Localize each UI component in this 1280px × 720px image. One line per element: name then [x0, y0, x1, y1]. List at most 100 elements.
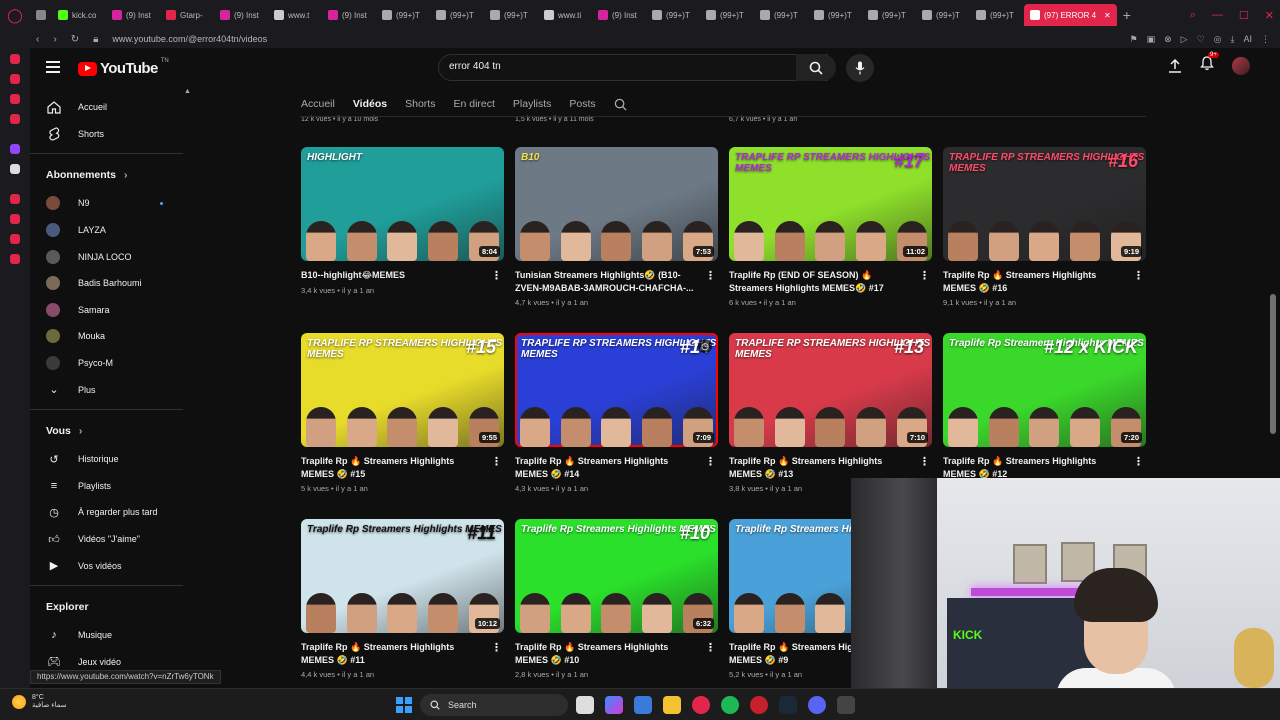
subscription-item[interactable]: Samara [30, 297, 183, 324]
sidebar-app-icon[interactable] [10, 114, 20, 124]
taskbar-app-icon[interactable] [837, 696, 855, 714]
scrollbar-thumb[interactable] [1270, 294, 1276, 434]
guide-item-more[interactable]: ⌄ Plus [30, 376, 183, 403]
video-title[interactable]: Traplife Rp 🔥 Streamers Highlights MEMES… [515, 455, 703, 480]
browser-tab[interactable]: (99+)T [376, 4, 430, 26]
task-view-icon[interactable] [576, 696, 594, 714]
sidebar-app-icon[interactable] [10, 94, 20, 104]
video-card[interactable]: Traplife Rp Streamers Highlights MEMES #1… [943, 333, 1146, 480]
browser-tab[interactable]: (99+)T [484, 4, 538, 26]
browser-tab[interactable]: www.ti [538, 4, 592, 26]
reload-icon[interactable]: ↻ [71, 34, 79, 45]
video-thumbnail[interactable]: Traplife Rp Streamers Highlights MEMES #1… [301, 519, 504, 633]
weather-widget[interactable]: 8°C سماء صافية [12, 694, 67, 709]
browser-tab[interactable]: (99+)T [646, 4, 700, 26]
search-box[interactable]: error 404 tn × [438, 54, 828, 81]
video-card[interactable]: B10 7:53 Tunisian Streamers Highlights🤣 (B… [515, 147, 718, 307]
video-menu-icon[interactable]: ⋮ [919, 269, 930, 282]
tab-playlists[interactable]: Playlists [513, 98, 552, 110]
profile-icon[interactable]: ◎ [1214, 34, 1222, 45]
video-card[interactable]: TRAPLIFE RP STREAMERS HIGHLIGHTS MEMES #1… [729, 333, 932, 493]
youtube-logo[interactable]: YouTube TN [78, 58, 169, 77]
video-thumbnail[interactable]: Traplife Rp Streamers Highlights MEMES #1… [943, 333, 1146, 447]
browser-tab[interactable]: (9) Inst [106, 4, 160, 26]
forward-icon[interactable]: › [53, 34, 56, 45]
video-menu-icon[interactable]: ⋮ [1133, 269, 1144, 282]
browser-tab[interactable]: Gtarp- [160, 4, 214, 26]
watch-later-icon[interactable]: ◷ [698, 339, 712, 353]
close-tab-icon[interactable]: ✕ [1104, 11, 1111, 20]
channel-search-icon[interactable] [614, 98, 627, 111]
video-title[interactable]: Traplife Rp 🔥 Streamers Highlights MEMES… [943, 269, 1131, 294]
tab-live[interactable]: En direct [453, 98, 494, 110]
tab-posts[interactable]: Posts [569, 98, 595, 110]
video-menu-icon[interactable]: ⋮ [1133, 455, 1144, 468]
browser-tab[interactable]: (99+)T [862, 4, 916, 26]
maximize-icon[interactable]: ☐ [1239, 9, 1249, 22]
browser-tab[interactable]: (99+)T [700, 4, 754, 26]
video-card[interactable]: TRAPLIFE RP STREAMERS HIGHLIGHTS MEMES #1… [301, 333, 504, 493]
guide-scroll-up-icon[interactable]: ▲ [184, 88, 191, 95]
subscription-item[interactable]: N9 [30, 190, 183, 217]
tab-shorts[interactable]: Shorts [405, 98, 435, 110]
upload-icon[interactable] [1168, 59, 1182, 73]
video-card[interactable]: Traplife Rp Streamers Highlights MEMES #1… [515, 519, 718, 679]
video-title[interactable]: Tunisian Streamers Highlights🤣 (B10-ZVEN… [515, 269, 703, 294]
close-window-icon[interactable]: ✕ [1265, 9, 1274, 22]
video-menu-icon[interactable]: ⋮ [491, 269, 502, 282]
video-thumbnail[interactable]: B10 7:53 [515, 147, 718, 261]
copilot-icon[interactable] [605, 696, 623, 714]
video-thumbnail[interactable]: TRAPLIFE RP STREAMERS HIGHLIGHTS MEMES #1… [729, 333, 932, 447]
browser-tab[interactable]: (99+)T [808, 4, 862, 26]
video-card[interactable]: TRAPLIFE RP STREAMERS HIGHLIGHTS MEMES #1… [943, 147, 1146, 307]
video-thumbnail[interactable]: TRAPLIFE RP STREAMERS HIGHLIGHTS MEMES #1… [729, 147, 932, 261]
subscription-item[interactable]: Mouka [30, 323, 183, 350]
you-heading[interactable]: Vous › [30, 416, 183, 446]
subscription-item[interactable]: LAYZA [30, 217, 183, 244]
browser-tab[interactable]: (9) Inst [322, 4, 376, 26]
guide-item-playlists[interactable]: ≡ Playlists [30, 473, 183, 500]
search-tabs-icon[interactable]: ⌕ [1190, 9, 1196, 22]
screenshot-icon[interactable]: ▣ [1147, 34, 1156, 45]
adblock-icon[interactable]: ⊗ [1164, 34, 1172, 45]
settings-icon[interactable] [10, 254, 20, 264]
ai-button[interactable]: AI [1243, 34, 1252, 44]
sidebar-app-icon[interactable] [10, 194, 20, 204]
video-menu-icon[interactable]: ⋮ [705, 455, 716, 468]
video-thumbnail[interactable]: Traplife Rp Streamers Highlights MEMES #1… [515, 519, 718, 633]
back-icon[interactable]: ‹ [36, 34, 39, 45]
sidebar-app-icon[interactable] [10, 54, 20, 64]
video-card[interactable]: TRAPLIFE RP STREAMERS HIGHLIGHTS MEMES #1… [515, 333, 718, 493]
heart-icon[interactable]: ♡ [1197, 34, 1205, 45]
active-tab[interactable]: (97) ERROR 4 ✕ [1024, 4, 1117, 26]
video-thumbnail[interactable]: TRAPLIFE RP STREAMERS HIGHLIGHTS MEMES #1… [515, 333, 718, 447]
file-explorer-icon[interactable] [663, 696, 681, 714]
tab-home[interactable]: Accueil [301, 98, 335, 110]
rockstar-icon[interactable] [750, 696, 768, 714]
video-menu-icon[interactable]: ⋮ [491, 455, 502, 468]
search-input[interactable]: error 404 tn [449, 61, 501, 72]
video-thumbnail[interactable]: TRAPLIFE RP STREAMERS HIGHLIGHTS MEMES #1… [943, 147, 1146, 261]
sidebar-app-icon[interactable] [10, 214, 20, 224]
video-title[interactable]: Traplife Rp 🔥 Streamers Highlights MEMES… [301, 641, 489, 666]
guide-item-shorts[interactable]: Shorts [30, 121, 183, 148]
discord-icon[interactable] [808, 696, 826, 714]
subscription-item[interactable]: NINJA LOCO [30, 243, 183, 270]
video-menu-icon[interactable]: ⋮ [705, 269, 716, 282]
subscriptions-heading[interactable]: Abonnements › [30, 160, 183, 190]
guide-item-home[interactable]: Accueil [30, 94, 183, 121]
x-icon[interactable] [10, 164, 20, 174]
search-button[interactable] [796, 54, 836, 81]
browser-tab[interactable]: (99+)T [754, 4, 808, 26]
video-thumbnail[interactable]: HIGHLIGHT 8:04 [301, 147, 504, 261]
download-icon[interactable]: ⤓ [1231, 34, 1235, 45]
minimize-icon[interactable]: — [1212, 9, 1223, 21]
guide-item-history[interactable]: ↺ Historique [30, 446, 183, 473]
browser-tab[interactable]: kick.co [52, 4, 106, 26]
guide-item-watch-later[interactable]: ◷ À regarder plus tard [30, 499, 183, 526]
spotify-icon[interactable] [721, 696, 739, 714]
video-title[interactable]: B10--highlight😂MEMES [301, 269, 489, 282]
video-card[interactable]: HIGHLIGHT 8:04 B10--highlight😂MEMES 3,4 k v… [301, 147, 504, 295]
video-title[interactable]: Traplife Rp 🔥 Streamers Highlights MEMES… [943, 455, 1131, 480]
video-card[interactable]: TRAPLIFE RP STREAMERS HIGHLIGHTS MEMES #1… [729, 147, 932, 307]
